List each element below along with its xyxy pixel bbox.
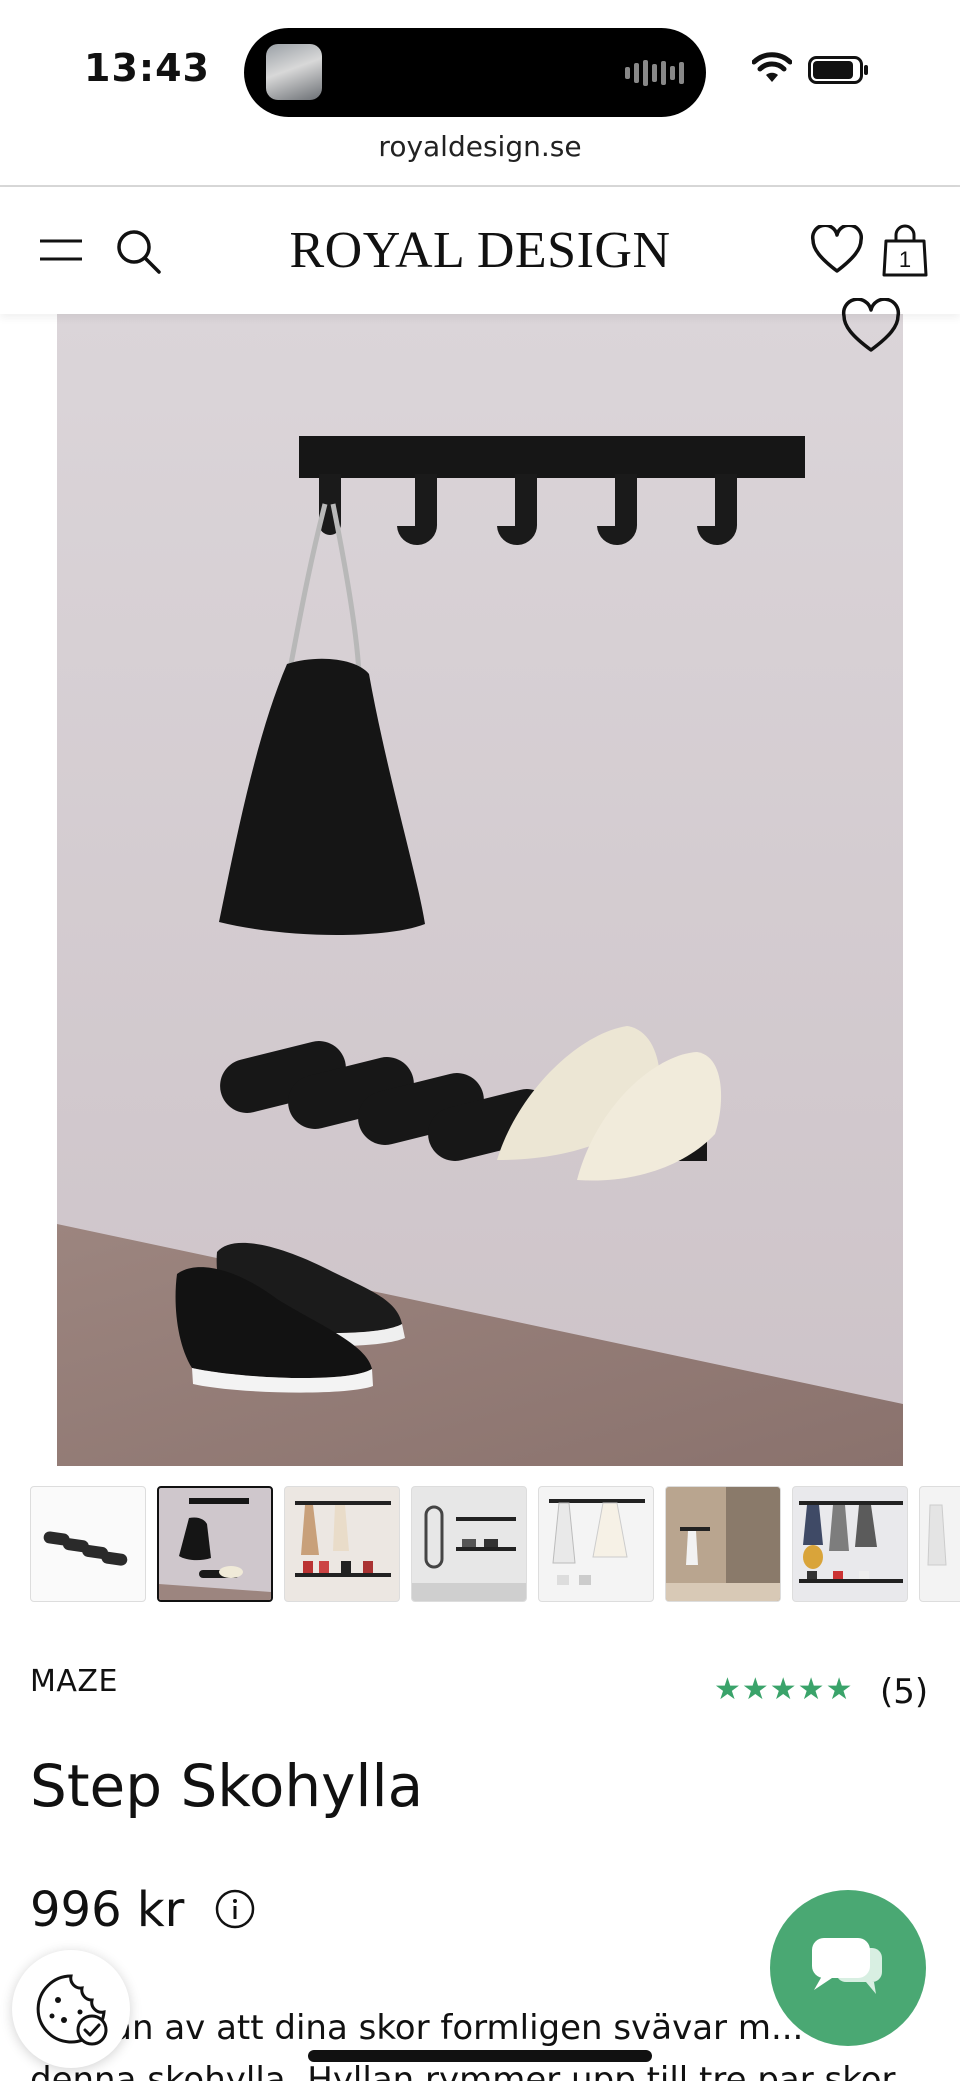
thumbnail[interactable]	[538, 1486, 654, 1602]
product-title: Step Skohylla	[30, 1752, 424, 1820]
wifi-icon	[752, 52, 792, 82]
status-bar: 13:43 royaldesign.se	[0, 0, 960, 163]
product-image[interactable]	[57, 314, 903, 1466]
now-playing-artwork	[266, 44, 322, 100]
battery-icon	[808, 56, 868, 84]
cookie-settings-button[interactable]	[12, 1950, 130, 2068]
wishlist-heart-icon[interactable]	[840, 298, 902, 356]
audio-waveform-icon	[625, 59, 684, 87]
home-indicator	[308, 2050, 652, 2062]
bag-icon[interactable]: 1	[880, 223, 930, 279]
thumbnail[interactable]	[284, 1486, 400, 1602]
thumbnail-strip[interactable]	[30, 1486, 960, 1602]
thumbnail[interactable]	[665, 1486, 781, 1602]
product-photo	[57, 314, 903, 1466]
thumbnail[interactable]	[792, 1486, 908, 1602]
site-header: ROYAL DESIGN 1	[0, 187, 960, 314]
thumbnail[interactable]	[411, 1486, 527, 1602]
dynamic-island[interactable]	[244, 28, 706, 117]
thumbnail-active[interactable]	[157, 1486, 273, 1602]
product-brand[interactable]: MAZE	[30, 1664, 118, 1699]
rating-stars[interactable]: ★★★★★	[714, 1672, 853, 1707]
thumbnail[interactable]	[30, 1486, 146, 1602]
chat-icon	[812, 1938, 882, 1994]
review-count[interactable]: (5)	[880, 1672, 928, 1712]
product-price: 996 kr	[30, 1882, 185, 1938]
cart-count: 1	[899, 247, 911, 272]
info-icon[interactable]	[214, 1888, 256, 1930]
thumbnail[interactable]	[919, 1486, 960, 1602]
heart-icon[interactable]	[810, 225, 864, 275]
status-time: 13:43	[84, 46, 210, 90]
chat-button[interactable]	[770, 1890, 926, 2046]
address-bar-url[interactable]: royaldesign.se	[0, 130, 960, 163]
cookie-icon	[36, 1974, 108, 2046]
